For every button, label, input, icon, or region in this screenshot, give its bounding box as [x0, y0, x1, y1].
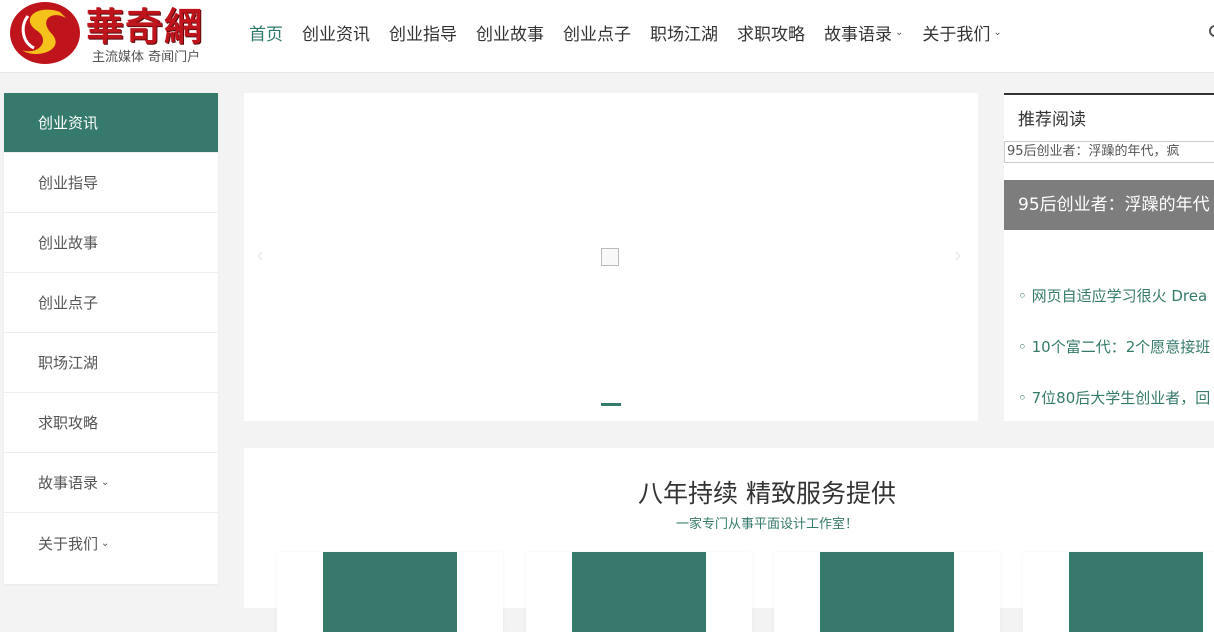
nav-label: 创业点子: [563, 24, 631, 45]
service-card[interactable]: [277, 552, 503, 632]
image-carousel: ‹ ›: [244, 93, 978, 421]
chevron-down-icon: ⌄: [895, 26, 904, 38]
sidebar-item-label: 创业资讯: [38, 114, 99, 132]
service-card-icon: [1069, 552, 1203, 632]
recommended-title: 推荐阅读: [1004, 93, 1214, 139]
nav-item-workplace[interactable]: 职场江湖: [650, 20, 718, 45]
recommended-link[interactable]: ◦ 7位80后大学生创业者，回: [1018, 387, 1210, 408]
recommended-caption[interactable]: 95后创业者：浮躁的年代: [1004, 180, 1214, 230]
category-sidebar: 创业资讯 创业指导 创业故事 创业点子 职场江湖 求职攻略 故事语录 ⌄ 关于我们…: [4, 93, 218, 584]
nav-label: 求职攻略: [737, 24, 805, 45]
search-icon[interactable]: [1207, 22, 1214, 42]
nav-item-about[interactable]: 关于我们 ⌄: [922, 20, 1002, 45]
nav-label: 首页: [249, 24, 283, 45]
service-card[interactable]: [526, 552, 752, 632]
nav-item-job-tips[interactable]: 求职攻略: [737, 20, 805, 45]
broken-image-icon: [601, 248, 619, 266]
chevron-down-icon: ⌄: [993, 26, 1002, 38]
logo-swirl-icon: [10, 2, 80, 64]
service-card[interactable]: [1023, 552, 1214, 632]
recommended-panel: 推荐阅读 95后创业者：浮躁的年代，疯 95后创业者：浮躁的年代 ◦ 网页自适应…: [1004, 93, 1214, 421]
nav-item-startup-stories[interactable]: 创业故事: [476, 20, 544, 45]
nav-label: 关于我们: [922, 24, 991, 45]
sidebar-item-label: 关于我们: [38, 534, 99, 553]
sidebar-item-label: 创业故事: [38, 234, 99, 252]
nav-label: 职场江湖: [650, 24, 718, 45]
nav-item-quotes[interactable]: 故事语录 ⌄: [824, 20, 904, 45]
sidebar-item-startup-ideas[interactable]: 创业点子: [4, 273, 218, 333]
service-card[interactable]: [774, 552, 1000, 632]
nav-label: 创业指导: [389, 24, 457, 45]
sidebar-item-label: 求职攻略: [38, 414, 99, 432]
carousel-indicator[interactable]: [601, 403, 621, 406]
sidebar-item-startup-guide[interactable]: 创业指导: [4, 153, 218, 213]
carousel-next-button[interactable]: ›: [954, 243, 962, 267]
service-card-icon: [572, 552, 706, 632]
nav-label: 创业故事: [476, 24, 544, 45]
nav-item-startup-ideas[interactable]: 创业点子: [563, 20, 631, 45]
sidebar-item-workplace[interactable]: 职场江湖: [4, 333, 218, 393]
services-subtitle: 一家专门从事平面设计工作室！: [675, 517, 858, 532]
recommended-link[interactable]: ◦ 10个富二代：2个愿意接班: [1018, 336, 1210, 357]
main-nav: 首页 创业资讯 创业指导 创业故事 创业点子 职场江湖 求职攻略 故事语录 ⌄ 关…: [249, 20, 1021, 45]
chevron-down-icon: ⌄: [101, 537, 110, 549]
recommended-link[interactable]: ◦ 网页自适应学习很火 Drea: [1018, 285, 1207, 306]
nav-label: 创业资讯: [302, 24, 370, 45]
chevron-down-icon: ⌄: [101, 477, 110, 488]
sidebar-item-about[interactable]: 关于我们 ⌄: [4, 513, 218, 573]
sidebar-item-startup-stories[interactable]: 创业故事: [4, 213, 218, 273]
services-title: 八年持续 精致服务提供: [638, 479, 896, 508]
nav-item-home[interactable]: 首页: [249, 20, 283, 45]
logo-name: 華奇網: [86, 5, 204, 49]
recommended-image[interactable]: 95后创业者：浮躁的年代，疯: [1004, 141, 1214, 163]
carousel-prev-button[interactable]: ‹: [256, 243, 264, 267]
sidebar-item-quotes[interactable]: 故事语录 ⌄: [4, 453, 218, 513]
logo-tagline: 主流媒体 奇闻门户: [92, 50, 201, 65]
sidebar-item-startup-news[interactable]: 创业资讯: [4, 93, 218, 153]
sidebar-item-label: 职场江湖: [38, 354, 99, 372]
nav-item-startup-news[interactable]: 创业资讯: [302, 20, 370, 45]
sidebar-item-label: 故事语录: [38, 474, 99, 492]
nav-item-startup-guide[interactable]: 创业指导: [389, 20, 457, 45]
nav-label: 故事语录: [824, 24, 892, 45]
services-section: 八年持续 精致服务提供 一家专门从事平面设计工作室！: [244, 448, 1214, 632]
sidebar-item-job-tips[interactable]: 求职攻略: [4, 393, 218, 453]
sidebar-item-label: 创业点子: [38, 294, 99, 312]
service-card-icon: [820, 552, 954, 632]
site-logo[interactable]: 華奇網 主流媒体 奇闻门户: [8, 0, 208, 70]
sidebar-item-label: 创业指导: [38, 174, 99, 192]
service-card-icon: [323, 552, 457, 632]
site-header: 華奇網 主流媒体 奇闻门户 首页 创业资讯 创业指导 创业故事 创业点子 职场江…: [0, 0, 1214, 73]
